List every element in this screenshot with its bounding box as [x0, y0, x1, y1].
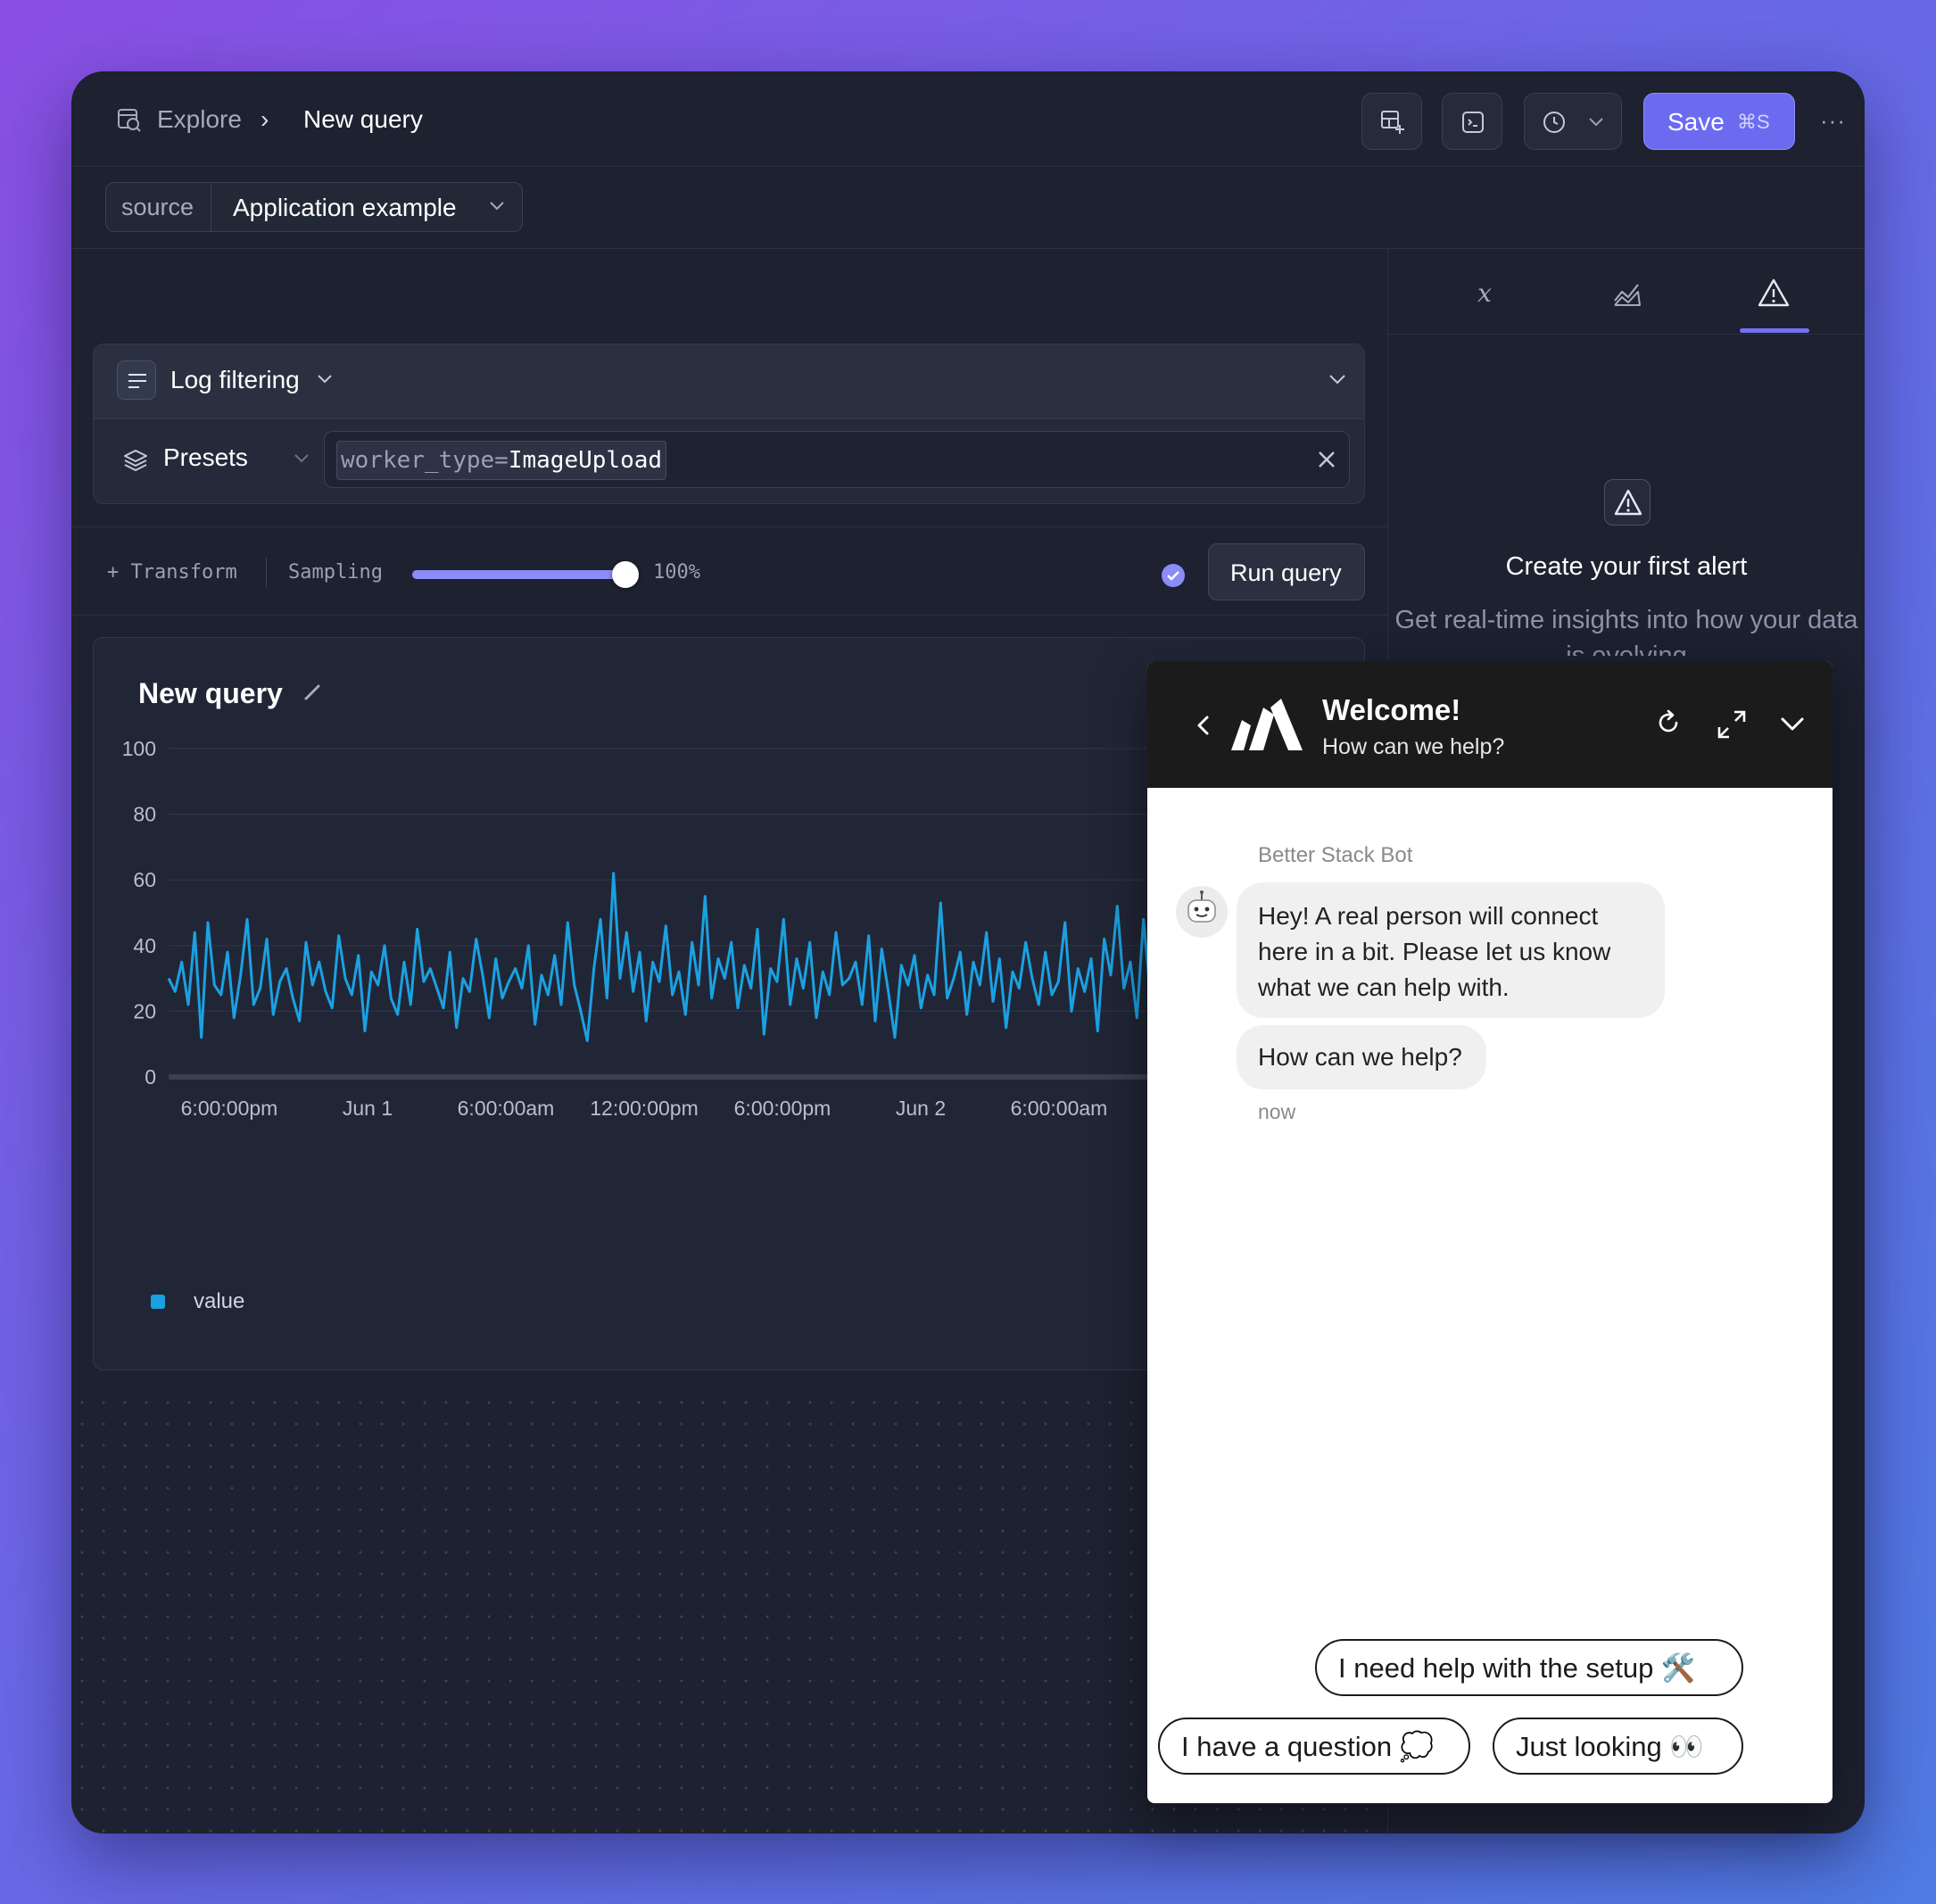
source-select[interactable]: source Application example — [105, 182, 523, 232]
sampling-value: 100% — [653, 561, 700, 584]
quick-reply-question[interactable]: I have a question 💭 — [1158, 1718, 1470, 1775]
add-transform-button[interactable]: + Transform — [107, 561, 237, 584]
add-to-dashboard-button[interactable] — [1361, 93, 1422, 150]
query-value: ImageUpload — [508, 447, 663, 474]
minimize-chevron-icon[interactable] — [1777, 713, 1808, 736]
y-tick-label: 80 — [133, 803, 156, 826]
alert-empty-description: Get real-time insights into how your dat… — [1394, 606, 1858, 656]
alert-empty-icon — [1604, 479, 1651, 526]
expand-icon[interactable] — [1715, 708, 1749, 741]
sampling-slider-fill — [412, 570, 626, 579]
terminal-icon — [1462, 112, 1484, 133]
chart-icon[interactable] — [1609, 276, 1645, 311]
top-bar: Explore › New query Save ⌘S ··· — [71, 71, 1865, 167]
x-tick-label: Jun 1 — [343, 1097, 393, 1120]
legend-label: value — [194, 1289, 245, 1313]
y-tick-label: 20 — [133, 999, 156, 1022]
close-icon[interactable] — [1315, 448, 1338, 471]
y-tick-label: 60 — [133, 868, 156, 891]
layers-icon — [124, 450, 147, 471]
run-query-button[interactable]: Run query — [1208, 543, 1365, 600]
query-key: worker_type= — [341, 447, 509, 474]
sampling-label: Sampling — [288, 561, 383, 584]
log-filter-header[interactable]: Log filtering — [94, 344, 1364, 419]
save-button[interactable]: Save ⌘S — [1643, 93, 1795, 150]
source-tag: source — [106, 183, 211, 231]
svg-text:x: x — [1477, 278, 1492, 308]
back-icon[interactable] — [1192, 712, 1213, 739]
alert-icon[interactable] — [1756, 276, 1791, 311]
y-tick-label: 40 — [133, 934, 156, 957]
x-tick-label: 6:00:00pm — [181, 1097, 278, 1120]
chart-title: New query — [138, 677, 283, 709]
chat-header: Welcome! How can we help? — [1147, 661, 1833, 788]
sampling-slider-thumb[interactable] — [612, 561, 639, 588]
right-panel-tabs: x — [1388, 249, 1865, 335]
breadcrumb-current: New query — [303, 105, 423, 133]
edit-pencil-icon[interactable] — [302, 681, 324, 702]
terminal-button[interactable] — [1442, 93, 1502, 150]
warning-icon — [1614, 489, 1642, 516]
bot-avatar — [1176, 886, 1228, 938]
log-filter-card: Log filtering Presets worker_type=ImageU… — [93, 344, 1365, 504]
query-tools-row: + Transform Sampling 100% Run query — [71, 526, 1387, 616]
save-shortcut: ⌘S — [1737, 111, 1770, 133]
more-options-button[interactable]: ··· — [1820, 107, 1846, 135]
chat-title: Welcome! — [1322, 693, 1461, 726]
check-circle-icon — [1162, 564, 1185, 587]
add-dashboard-icon — [1381, 111, 1404, 134]
collapse-chevron-icon[interactable] — [1327, 371, 1348, 387]
clock-icon — [1543, 112, 1565, 133]
presets-button[interactable]: Presets — [163, 443, 248, 472]
chevron-down-icon — [318, 375, 332, 384]
query-input[interactable]: worker_type=ImageUpload — [324, 431, 1350, 488]
source-row: source Application example — [71, 167, 1865, 249]
query-filter-chip[interactable]: worker_type=ImageUpload — [336, 441, 667, 480]
message-timestamp: now — [1258, 1100, 1296, 1123]
quick-reply-just-looking[interactable]: Just looking 👀 — [1493, 1718, 1743, 1775]
legend-swatch — [151, 1295, 165, 1309]
y-tick-label: 100 — [122, 737, 156, 760]
x-tick-label: Jun 2 — [896, 1097, 946, 1120]
bot-message: Hey! A real person will connect here in … — [1237, 882, 1665, 1018]
x-tick-label: 12:00:00pm — [590, 1097, 698, 1120]
chat-subtitle: How can we help? — [1322, 734, 1505, 759]
time-range-button[interactable] — [1524, 93, 1622, 150]
active-tab-indicator — [1740, 328, 1809, 333]
brand-logo-icon — [1231, 699, 1303, 750]
quick-reply-setup[interactable]: I need help with the setup 🛠️ — [1315, 1639, 1743, 1696]
breadcrumb-explore[interactable]: Explore — [157, 105, 242, 134]
bot-message: How can we help? — [1237, 1025, 1486, 1089]
robot-icon — [1187, 890, 1216, 923]
x-tick-label: 6:00:00am — [1011, 1097, 1108, 1120]
chevron-down-icon — [294, 454, 309, 463]
alert-empty-title: Create your first alert — [1505, 552, 1748, 581]
refresh-icon[interactable] — [1654, 708, 1684, 738]
save-label: Save — [1667, 108, 1725, 136]
chevron-down-icon — [490, 202, 504, 211]
lines-icon — [117, 360, 156, 400]
x-tick-label: 6:00:00am — [458, 1097, 555, 1120]
support-chat-widget: Welcome! How can we help? Better Stack B… — [1147, 661, 1833, 1803]
x-tick-label: 6:00:00pm — [734, 1097, 831, 1120]
chevron-down-icon — [1589, 118, 1603, 127]
explore-icon — [118, 109, 141, 132]
breadcrumb-separator: › — [261, 105, 269, 133]
sampling-slider[interactable] — [412, 570, 626, 579]
divider — [266, 558, 267, 588]
source-value: Application example — [233, 194, 457, 221]
y-tick-label: 0 — [145, 1065, 156, 1089]
bot-name: Better Stack Bot — [1258, 843, 1413, 867]
variables-icon[interactable]: x — [1467, 276, 1502, 311]
series-line — [167, 872, 1211, 1042]
filter-mode-label[interactable]: Log filtering — [170, 366, 300, 394]
